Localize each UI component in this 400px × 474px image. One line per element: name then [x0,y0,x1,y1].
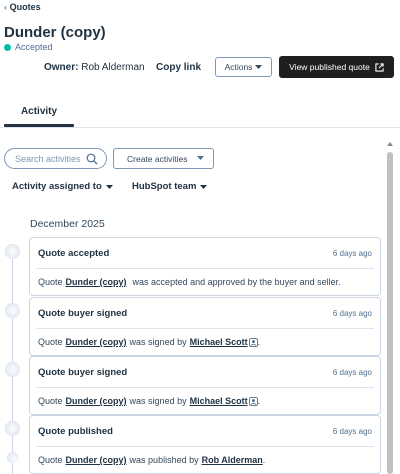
actions-label: Actions [224,62,253,72]
owner-field[interactable]: Owner: Rob Alderman [44,62,145,73]
card-time: 6 days ago [332,308,372,318]
timeline-dot [5,303,20,318]
timeline-dot [5,244,20,259]
search-activities-input[interactable]: Search activities [4,148,107,169]
card-text-post: was accepted and approved by the buyer a… [132,277,341,287]
search-placeholder: Search activities [15,153,81,164]
timeline-line [12,244,13,474]
contact-link[interactable]: Rob Alderman [202,455,263,465]
create-activities-label: Create activities [127,153,188,164]
card-body: Quote Dunder (copy) was signed by Michae… [30,329,380,355]
tab-activity[interactable]: Activity [4,100,74,127]
caret-down-icon [255,65,263,69]
caret-down-icon [200,184,208,189]
card-body: Quote Dunder (copy) was accepted and app… [30,269,380,295]
contact-card-icon [248,337,258,347]
caret-down-icon [105,184,113,189]
card-time: 6 days ago [332,367,372,377]
back-link-label: Quotes [9,2,41,12]
view-published-quote-button[interactable]: View published quote [279,56,394,78]
card-title: Quote buyer signed [38,307,128,319]
search-icon [86,153,98,165]
page-title: Dunder (copy) [4,24,106,41]
tab-divider [0,127,400,128]
card-text-post: . [262,455,266,465]
contact-link[interactable]: Michael Scott [190,396,248,406]
card-body: Quote Dunder (copy) was published by Rob… [30,447,380,473]
timeline-card-quote-published[interactable]: Quote published 6 days ago Quote Dunder … [29,415,381,474]
card-text-pre: Quote [38,277,63,287]
card-text-mid: was signed by [129,337,187,347]
status-indicator: Accepted [4,42,53,52]
contact-card-icon [248,396,258,406]
card-title: Quote buyer signed [38,366,128,378]
card-text-mid: was published by [129,455,199,465]
card-text-mid: was signed by [129,396,187,406]
status-label: Accepted [15,42,53,52]
scrollbar-thumb[interactable] [387,152,393,474]
status-dot-icon [4,43,11,51]
scroll-up-arrow-icon[interactable] [386,140,394,148]
timeline-month-heading: December 2025 [30,218,105,230]
card-title: Quote published [38,425,113,437]
timeline-dot [5,362,20,377]
hubspot-team-label: HubSpot team [132,181,197,192]
quote-link[interactable]: Dunder (copy) [66,277,127,287]
quote-link[interactable]: Dunder (copy) [66,396,127,406]
card-title: Quote accepted [38,247,110,259]
view-published-label: View published quote [289,62,370,72]
quote-link[interactable]: Dunder (copy) [66,337,127,347]
timeline-dot [5,421,20,436]
activity-assigned-filter[interactable]: Activity assigned to [12,181,113,192]
card-text-post: . [257,337,261,347]
actions-dropdown-button[interactable]: Actions [215,57,272,77]
contact-link[interactable]: Michael Scott [190,337,248,347]
card-text-pre: Quote [38,455,63,465]
owner-label: Owner: [44,62,79,73]
card-text-pre: Quote [38,396,63,406]
hubspot-team-filter[interactable]: HubSpot team [132,181,208,192]
card-text-pre: Quote [38,337,63,347]
chevron-left-icon: ‹ [4,2,7,12]
card-body: Quote Dunder (copy) was signed by Michae… [30,388,380,414]
activity-assigned-label: Activity assigned to [12,181,102,192]
card-time: 6 days ago [332,426,372,436]
timeline-card-quote-accepted[interactable]: Quote accepted 6 days ago Quote Dunder (… [29,237,381,296]
copy-link-button[interactable]: Copy link [156,62,201,73]
quote-link[interactable]: Dunder (copy) [66,455,127,465]
card-text-post: . [257,396,261,406]
card-time: 6 days ago [332,248,372,258]
timeline-card-buyer-signed[interactable]: Quote buyer signed 6 days ago Quote Dund… [29,356,381,415]
back-to-quotes-link[interactable]: ‹ Quotes [4,2,41,12]
owner-name: Rob Alderman [81,62,145,73]
timeline-card-buyer-signed[interactable]: Quote buyer signed 6 days ago Quote Dund… [29,297,381,356]
external-link-icon [375,62,384,72]
caret-down-icon [197,156,204,160]
create-activities-dropdown[interactable]: Create activities [113,148,214,169]
timeline-dot [7,452,18,463]
